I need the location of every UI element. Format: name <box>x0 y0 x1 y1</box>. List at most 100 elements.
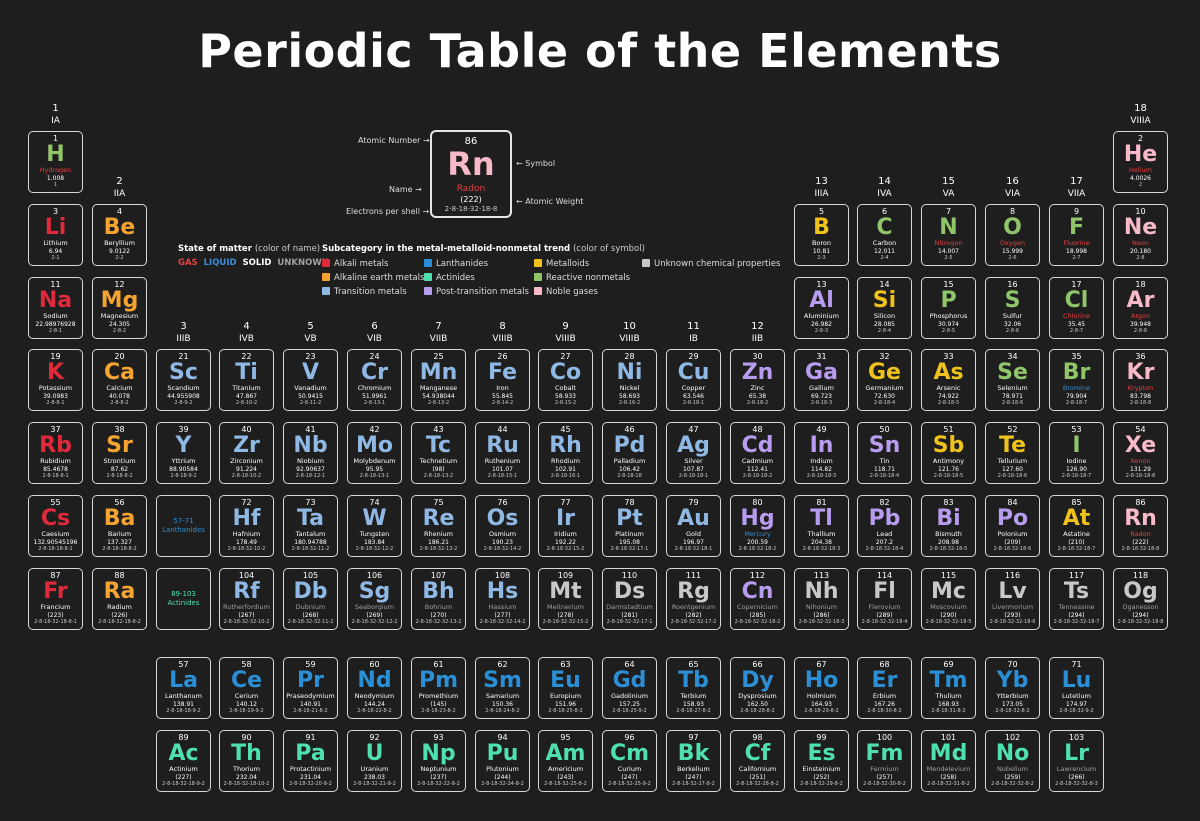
element-cell-fr[interactable]: 87 Fr Francium (223) 2-8-18-32-18-8-1 <box>28 568 83 630</box>
element-cell-be[interactable]: 4 Be Beryllium 9.0122 2-2 <box>92 204 147 266</box>
element-cell-f[interactable]: 9 F Fluorine 18.998 2-7 <box>1049 204 1104 266</box>
element-cell-tm[interactable]: 69 Tm Thulium 168.93 2-8-18-31-8-2 <box>921 657 976 719</box>
element-cell-sg[interactable]: 106 Sg Seaborgium (269) 2-8-18-32-32-12-2 <box>347 568 402 630</box>
element-cell-re[interactable]: 75 Re Rhenium 186.21 2-8-18-32-13-2 <box>411 495 466 557</box>
element-cell-sr[interactable]: 38 Sr Strontium 87.62 2-8-18-8-2 <box>92 422 147 484</box>
element-cell-c[interactable]: 6 C Carbon 12.011 2-4 <box>857 204 912 266</box>
element-cell-w[interactable]: 74 W Tungsten 183.84 2-8-18-32-12-2 <box>347 495 402 557</box>
element-cell-in[interactable]: 49 In Indium 114.82 2-8-18-18-3 <box>794 422 849 484</box>
element-cell-og[interactable]: 118 Og Oganesson (294) 2-8-18-32-32-18-8 <box>1113 568 1168 630</box>
element-cell-n[interactable]: 7 N Nitrogen 14.007 2-5 <box>921 204 976 266</box>
element-cell-mo[interactable]: 42 Mo Molybdenum 95.95 2-8-18-13-1 <box>347 422 402 484</box>
element-cell-gd[interactable]: 64 Gd Gadolinium 157.25 2-8-18-25-9-2 <box>602 657 657 719</box>
element-cell-au[interactable]: 79 Au Gold 196.97 2-8-18-32-18-1 <box>666 495 721 557</box>
element-cell-lu[interactable]: 71 Lu Lutetium 174.97 2-8-18-32-9-2 <box>1049 657 1104 719</box>
element-cell-rb[interactable]: 37 Rb Rubidium 85.4678 2-8-18-8-1 <box>28 422 83 484</box>
element-cell-cs[interactable]: 55 Cs Caesium 132.90545196 2-8-18-18-8-1 <box>28 495 83 557</box>
element-cell-zr[interactable]: 40 Zr Zirconium 91.224 2-8-18-10-2 <box>219 422 274 484</box>
element-cell-nd[interactable]: 60 Nd Neodymium 144.24 2-8-18-22-8-2 <box>347 657 402 719</box>
element-cell-es[interactable]: 99 Es Einsteinium (252) 2-8-18-32-29-8-2 <box>794 730 849 792</box>
element-cell-th[interactable]: 90 Th Thorium 232.04 2-8-18-32-18-10-2 <box>219 730 274 792</box>
element-cell-fm[interactable]: 100 Fm Fermium (257) 2-8-18-32-30-8-2 <box>857 730 912 792</box>
element-cell-te[interactable]: 52 Te Tellurium 127.60 2-8-18-18-6 <box>985 422 1040 484</box>
element-cell-cu[interactable]: 29 Cu Copper 63.546 2-8-18-1 <box>666 349 721 411</box>
element-cell-ru[interactable]: 44 Ru Ruthenium 101.07 2-8-18-15-1 <box>475 422 530 484</box>
element-cell-p[interactable]: 15 P Phosphorus 30.974 2-8-5 <box>921 277 976 339</box>
element-cell-mt[interactable]: 109 Mt Meitnerium (278) 2-8-18-32-32-15-2 <box>538 568 593 630</box>
element-cell-cr[interactable]: 24 Cr Chromium 51.9961 2-8-13-1 <box>347 349 402 411</box>
element-cell-pd[interactable]: 46 Pd Palladium 106.42 2-8-18-18 <box>602 422 657 484</box>
element-cell-la[interactable]: 57 La Lanthanum 138.91 2-8-18-18-9-2 <box>156 657 211 719</box>
element-cell-he[interactable]: 2 He Helium 4.0026 2 <box>1113 131 1168 193</box>
element-cell-at[interactable]: 85 At Astatine (210) 2-8-18-32-18-7 <box>1049 495 1104 557</box>
element-cell-pb[interactable]: 82 Pb Lead 207.2 2-8-18-32-18-4 <box>857 495 912 557</box>
element-cell-bi[interactable]: 83 Bi Bismuth 208.98 2-8-18-32-18-5 <box>921 495 976 557</box>
element-cell-ta[interactable]: 73 Ta Tantalum 180.94788 2-8-18-32-11-2 <box>283 495 338 557</box>
element-cell-mg[interactable]: 12 Mg Magnesium 24.305 2-8-2 <box>92 277 147 339</box>
element-cell-rf[interactable]: 104 Rf Rutherfordium (267) 2-8-18-32-32-10-2 <box>219 568 274 630</box>
element-cell-tl[interactable]: 81 Tl Thallium 204.38 2-8-18-32-18-3 <box>794 495 849 557</box>
element-cell-rh[interactable]: 45 Rh Rhodium 102.91 2-8-18-16-1 <box>538 422 593 484</box>
element-cell-hf[interactable]: 72 Hf Hafnium 178.49 2-8-18-32-10-2 <box>219 495 274 557</box>
element-cell-hg[interactable]: 80 Hg Mercury 200.59 2-8-18-32-18-2 <box>730 495 785 557</box>
element-cell-fe[interactable]: 26 Fe Iron 55.845 2-8-14-2 <box>475 349 530 411</box>
element-cell-pr[interactable]: 59 Pr Praseodymium 140.91 2-8-18-21-8-2 <box>283 657 338 719</box>
element-cell-ts[interactable]: 117 Ts Tennessine (294) 2-8-18-32-32-18-7 <box>1049 568 1104 630</box>
element-cell-eu[interactable]: 63 Eu Europium 151.96 2-8-18-25-8-2 <box>538 657 593 719</box>
element-cell-se[interactable]: 34 Se Selenium 78.971 2-8-18-6 <box>985 349 1040 411</box>
element-cell-lv[interactable]: 116 Lv Livermorium (293) 2-8-18-32-32-18-6 <box>985 568 1040 630</box>
element-cell-nh[interactable]: 113 Nh Nihonium (286) 2-8-18-32-32-18-3 <box>794 568 849 630</box>
element-cell-pm[interactable]: 61 Pm Promethium (145) 2-8-18-23-8-2 <box>411 657 466 719</box>
element-cell-al[interactable]: 13 Al Aluminium 26.982 2-8-3 <box>794 277 849 339</box>
element-cell-ar[interactable]: 18 Ar Argon 39.948 2-8-8 <box>1113 277 1168 339</box>
placeholder-actinides[interactable]: 89-103 Actinides <box>156 568 211 630</box>
element-cell-ne[interactable]: 10 Ne Neon 20.180 2-8 <box>1113 204 1168 266</box>
element-cell-na[interactable]: 11 Na Sodium 22.98976928 2-8-1 <box>28 277 83 339</box>
element-cell-tc[interactable]: 43 Tc Technetium (98) 2-8-18-13-2 <box>411 422 466 484</box>
element-cell-sb[interactable]: 51 Sb Antimony 121.76 2-8-18-18-5 <box>921 422 976 484</box>
element-cell-zn[interactable]: 30 Zn Zinc 65.38 2-8-18-2 <box>730 349 785 411</box>
element-cell-am[interactable]: 95 Am Americium (243) 2-8-18-32-25-8-2 <box>538 730 593 792</box>
element-cell-h[interactable]: 1 H Hydrogen 1.008 1 <box>28 131 83 193</box>
element-cell-sn[interactable]: 50 Sn Tin 118.71 2-8-18-18-4 <box>857 422 912 484</box>
element-cell-ag[interactable]: 47 Ag Silver 107.87 2-8-18-18-1 <box>666 422 721 484</box>
element-cell-b[interactable]: 5 B Boron 10.81 2-3 <box>794 204 849 266</box>
element-cell-xe[interactable]: 54 Xe Xenon 131.29 2-8-18-18-8 <box>1113 422 1168 484</box>
element-cell-cn[interactable]: 112 Cn Copernicium (285) 2-8-18-32-32-18-2 <box>730 568 785 630</box>
element-cell-y[interactable]: 39 Y Yttrium 88.90584 2-8-18-9-2 <box>156 422 211 484</box>
element-cell-rg[interactable]: 111 Rg Roentgenium (282) 2-8-18-32-32-17-2 <box>666 568 721 630</box>
element-cell-hs[interactable]: 108 Hs Hassium (277) 2-8-18-32-32-14-2 <box>475 568 530 630</box>
element-cell-cf[interactable]: 98 Cf Californium (251) 2-8-18-32-28-8-2 <box>730 730 785 792</box>
element-cell-k[interactable]: 19 K Potassium 39.0983 2-8-8-1 <box>28 349 83 411</box>
element-cell-lr[interactable]: 103 Lr Lawrencium (266) 2-8-18-32-32-8-3 <box>1049 730 1104 792</box>
element-cell-br[interactable]: 35 Br Bromine 79.904 2-8-18-7 <box>1049 349 1104 411</box>
element-cell-ca[interactable]: 20 Ca Calcium 40.078 2-8-8-2 <box>92 349 147 411</box>
element-cell-ge[interactable]: 32 Ge Germanium 72.630 2-8-18-4 <box>857 349 912 411</box>
element-cell-v[interactable]: 23 V Vanadium 50.9415 2-8-11-2 <box>283 349 338 411</box>
element-cell-bk[interactable]: 97 Bk Berkelium (247) 2-8-18-32-27-8-2 <box>666 730 721 792</box>
element-cell-md[interactable]: 101 Md Mendelevium (258) 2-8-18-32-31-8-2 <box>921 730 976 792</box>
element-cell-db[interactable]: 105 Db Dubnium (268) 2-8-18-32-32-11-2 <box>283 568 338 630</box>
element-cell-yb[interactable]: 70 Yb Ytterbium 173.05 2-8-18-32-8-2 <box>985 657 1040 719</box>
element-cell-sm[interactable]: 62 Sm Samarium 150.36 2-8-18-24-8-2 <box>475 657 530 719</box>
element-cell-mc[interactable]: 115 Mc Moscovium (290) 2-8-18-32-32-18-5 <box>921 568 976 630</box>
element-cell-fl[interactable]: 114 Fl Flerovium (289) 2-8-18-32-32-18-4 <box>857 568 912 630</box>
element-cell-rn[interactable]: 86 Rn Radon (222) 2-8-18-32-18-8 <box>1113 495 1168 557</box>
element-cell-pt[interactable]: 78 Pt Platinum 195.08 2-8-18-32-17-1 <box>602 495 657 557</box>
placeholder-lanthanides[interactable]: 57-71 Lanthanides <box>156 495 211 557</box>
element-cell-pa[interactable]: 91 Pa Protactinium 231.04 2-8-18-32-20-9-2 <box>283 730 338 792</box>
element-cell-er[interactable]: 68 Er Erbium 167.26 2-8-18-30-8-2 <box>857 657 912 719</box>
element-cell-pu[interactable]: 94 Pu Plutonium (244) 2-8-18-32-24-8-2 <box>475 730 530 792</box>
element-cell-dy[interactable]: 66 Dy Dysprosium 162.50 2-8-18-28-8-2 <box>730 657 785 719</box>
element-cell-sc[interactable]: 21 Sc Scandium 44.955908 2-8-9-2 <box>156 349 211 411</box>
element-cell-ho[interactable]: 67 Ho Holmium 164.93 2-8-18-29-8-2 <box>794 657 849 719</box>
element-cell-bh[interactable]: 107 Bh Bohrium (270) 2-8-18-32-32-13-2 <box>411 568 466 630</box>
element-cell-si[interactable]: 14 Si Silicon 28.085 2-8-4 <box>857 277 912 339</box>
element-cell-ga[interactable]: 31 Ga Gallium 69.723 2-8-18-3 <box>794 349 849 411</box>
element-cell-ra[interactable]: 88 Ra Radium (226) 2-8-18-32-18-8-2 <box>92 568 147 630</box>
element-cell-o[interactable]: 8 O Oxygen 15.999 2-6 <box>985 204 1040 266</box>
element-cell-i[interactable]: 53 I Iodine 126.90 2-8-18-18-7 <box>1049 422 1104 484</box>
element-cell-co[interactable]: 27 Co Cobalt 58.933 2-8-15-2 <box>538 349 593 411</box>
element-cell-ds[interactable]: 110 Ds Darmstadtium (281) 2-8-18-32-32-17-1 <box>602 568 657 630</box>
element-cell-mn[interactable]: 25 Mn Manganese 54.938044 2-8-13-2 <box>411 349 466 411</box>
